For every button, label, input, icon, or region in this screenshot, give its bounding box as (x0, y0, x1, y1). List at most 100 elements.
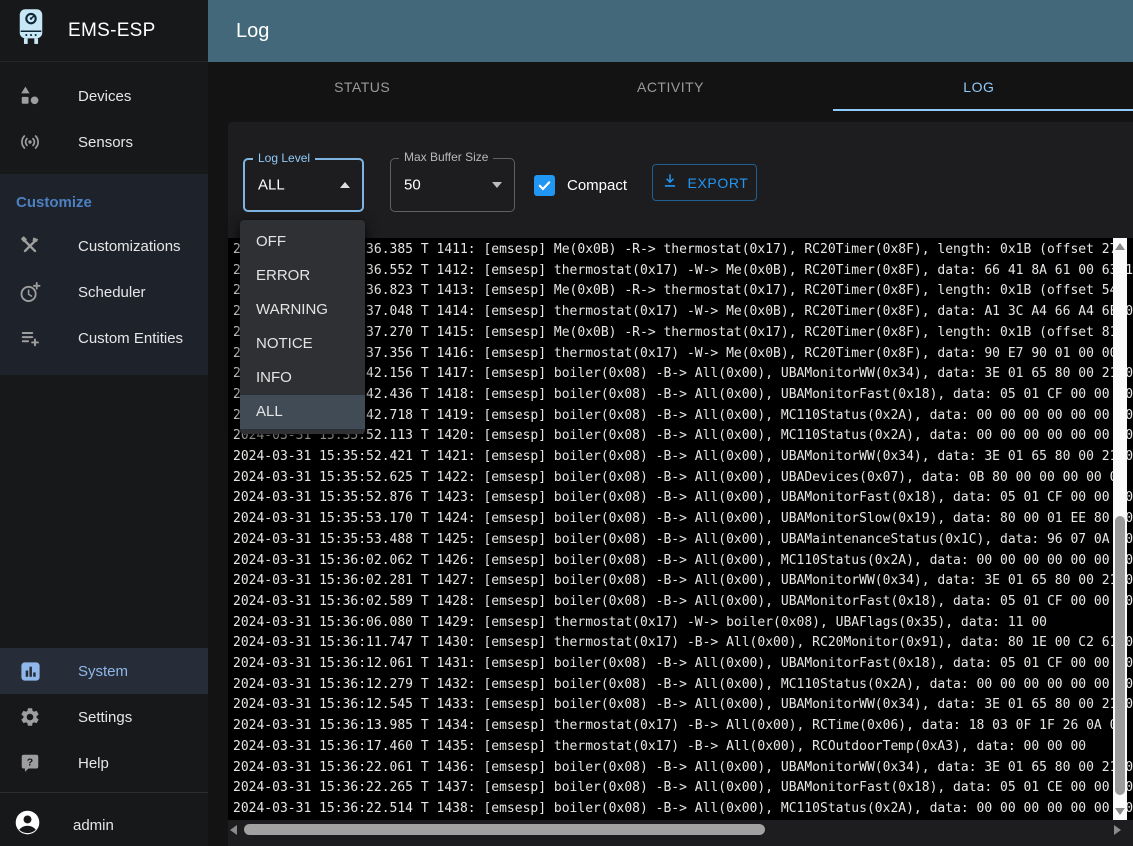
compact-checkbox[interactable] (534, 175, 555, 196)
download-icon (661, 172, 679, 193)
sidebar-item-label: Settings (78, 709, 132, 726)
max-buffer-size-value: 50 (404, 177, 421, 194)
sidebar-item-scheduler[interactable]: Scheduler (0, 269, 208, 315)
user-label: admin (73, 817, 114, 834)
log-line: 2024-03-31 15:36:22.265 T 1437: [emsesp]… (233, 778, 1133, 799)
sensors-icon (18, 130, 42, 154)
max-buffer-size-label: Max Buffer Size (399, 150, 493, 164)
account-icon (14, 809, 41, 841)
log-line: 2024-03-31 15:36:22.514 T 1438: [emsesp]… (233, 799, 1133, 820)
log-level-label: Log Level (253, 151, 315, 165)
vertical-scrollbar-thumb[interactable] (1115, 516, 1125, 795)
log-level-option[interactable]: ERROR (240, 259, 365, 293)
log-line: 2024-03-31 15:35:36.385 T 1411: [emsesp]… (233, 240, 1133, 261)
log-line: 2024-03-31 15:35:36.552 T 1412: [emsesp]… (233, 261, 1133, 282)
sidebar-item-devices[interactable]: Devices (0, 73, 208, 119)
log-line: 2024-03-31 15:35:53.170 T 1424: [emsesp]… (233, 509, 1133, 530)
brand-title: EMS-ESP (68, 20, 156, 42)
log-line: 2024-03-31 15:35:52.625 T 1422: [emsesp]… (233, 468, 1133, 489)
log-line: 2024-03-31 15:36:02.062 T 1426: [emsesp]… (233, 551, 1133, 572)
tab-status[interactable]: STATUS (208, 62, 516, 111)
log-line: 2024-03-31 15:36:02.281 T 1427: [emsesp]… (233, 571, 1133, 592)
page-title: Log (236, 20, 269, 43)
clock-plus-icon (18, 280, 42, 304)
brand-header: EMS-ESP (0, 0, 208, 62)
sidebar: EMS-ESP Devices (0, 0, 208, 846)
compact-label: Compact (567, 177, 627, 194)
gear-icon (18, 705, 42, 729)
log-line: 2024-03-31 15:35:37.270 T 1415: [emsesp]… (233, 323, 1133, 344)
log-line: 2024-03-31 15:36:02.589 T 1428: [emsesp]… (233, 592, 1133, 613)
tab-indicator (833, 109, 1133, 111)
tools-icon (18, 234, 42, 258)
list-plus-icon (18, 326, 42, 350)
svg-text:?: ? (27, 756, 33, 768)
system-chart-icon (18, 659, 42, 683)
customize-section-title: Customize (0, 184, 208, 223)
tab-activity[interactable]: ACTIVITY (516, 62, 824, 111)
log-level-option[interactable]: OFF (240, 225, 365, 259)
horizontal-scrollbar-thumb[interactable] (244, 824, 765, 835)
boiler-logo-icon (16, 8, 46, 53)
scroll-right-arrow-icon[interactable] (1114, 825, 1121, 835)
vertical-scrollbar[interactable] (1113, 238, 1127, 820)
sidebar-item-label: System (78, 663, 128, 680)
scroll-down-arrow-icon[interactable] (1115, 808, 1125, 815)
sidebar-item-custom-entities[interactable]: Custom Entities (0, 315, 208, 361)
log-line: 2024-03-31 15:36:12.545 T 1433: [emsesp]… (233, 695, 1133, 716)
log-line: 2024-03-31 15:35:42.156 T 1417: [emsesp]… (233, 364, 1133, 385)
appbar: Log (208, 0, 1133, 62)
log-line: 2024-03-31 15:35:42.436 T 1418: [emsesp]… (233, 385, 1133, 406)
log-line: 2024-03-31 15:35:53.488 T 1425: [emsesp]… (233, 530, 1133, 551)
help-icon: ? (18, 751, 42, 775)
ems-esp-app: EMS-ESP Devices (0, 0, 1133, 846)
scroll-up-arrow-icon[interactable] (1115, 243, 1125, 250)
log-line: 2024-03-31 15:36:11.747 T 1430: [emsesp]… (233, 633, 1133, 654)
devices-icon (18, 84, 42, 108)
sidebar-item-label: Help (78, 755, 109, 772)
log-line: 2024-03-31 15:36:12.279 T 1432: [emsesp]… (233, 675, 1133, 696)
log-line: 2024-03-31 15:36:22.061 T 1436: [emsesp]… (233, 758, 1133, 779)
sidebar-item-customizations[interactable]: Customizations (0, 223, 208, 269)
chevron-up-icon (340, 182, 350, 188)
log-level-option[interactable]: NOTICE (240, 327, 365, 361)
log-level-select[interactable]: Log Level ALL (243, 158, 364, 212)
sidebar-item-help[interactable]: ? Help (0, 740, 208, 786)
tab-bar: STATUS ACTIVITY LOG (208, 62, 1133, 111)
log-level-option[interactable]: INFO (240, 361, 365, 395)
log-line: 2024-03-31 15:35:42.718 T 1419: [emsesp]… (233, 406, 1133, 427)
log-line: 2024-03-31 15:35:37.356 T 1416: [emsesp]… (233, 344, 1133, 365)
log-line: 2024-03-31 15:36:12.061 T 1431: [emsesp]… (233, 654, 1133, 675)
log-line: 2024-03-31 15:35:52.876 T 1423: [emsesp]… (233, 488, 1133, 509)
scroll-left-arrow-icon[interactable] (230, 825, 237, 835)
sidebar-divider (0, 792, 208, 793)
log-line: 2024-03-31 15:36:13.985 T 1434: [emsesp]… (233, 716, 1133, 737)
sidebar-item-settings[interactable]: Settings (0, 694, 208, 740)
sidebar-item-label: Customizations (78, 238, 181, 255)
customize-section: Customize Customizations (0, 174, 208, 375)
log-line: 2024-03-31 15:35:52.421 T 1421: [emsesp]… (233, 447, 1133, 468)
log-level-menu: OFFERRORWARNINGNOTICEINFOALL (240, 220, 365, 434)
log-level-option[interactable]: ALL (240, 395, 365, 429)
export-label: EXPORT (688, 175, 749, 191)
sidebar-item-sensors[interactable]: Sensors (0, 119, 208, 165)
max-buffer-size-select[interactable]: Max Buffer Size 50 (390, 158, 515, 212)
sidebar-item-label: Sensors (78, 134, 133, 151)
tab-log[interactable]: LOG (825, 62, 1133, 111)
horizontal-scrollbar[interactable] (228, 822, 1133, 838)
chevron-down-icon (492, 182, 502, 188)
log-level-option[interactable]: WARNING (240, 293, 365, 327)
log-line: 2024-03-31 15:35:52.113 T 1420: [emsesp]… (233, 426, 1133, 447)
user-menu[interactable]: admin (0, 804, 208, 846)
log-line: 2024-03-31 15:35:36.823 T 1413: [emsesp]… (233, 281, 1133, 302)
check-icon (537, 178, 552, 193)
sidebar-item-label: Scheduler (78, 284, 146, 301)
log-line: 2024-03-31 15:36:17.460 T 1435: [emsesp]… (233, 737, 1133, 758)
log-line: 2024-03-31 15:36:06.080 T 1429: [emsesp]… (233, 613, 1133, 634)
sidebar-item-label: Devices (78, 88, 131, 105)
export-button[interactable]: EXPORT (652, 164, 757, 201)
sidebar-item-system[interactable]: System (0, 648, 208, 694)
log-level-value: ALL (258, 177, 285, 194)
log-line: 2024-03-31 15:35:37.048 T 1414: [emsesp]… (233, 302, 1133, 323)
sidebar-item-label: Custom Entities (78, 330, 183, 347)
